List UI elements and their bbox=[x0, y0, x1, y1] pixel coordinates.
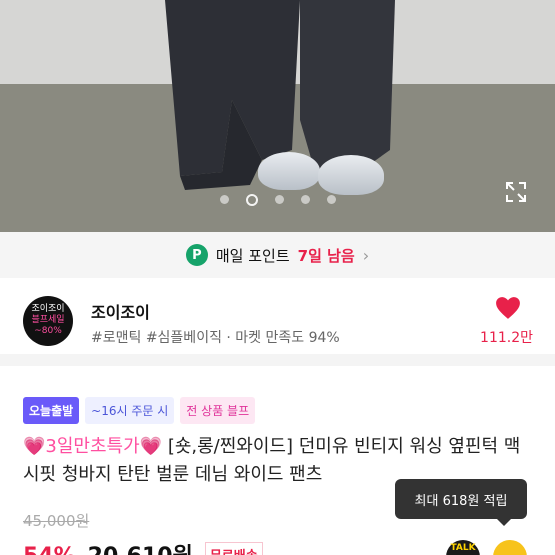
original-price: 45,000원 bbox=[23, 512, 90, 530]
store-name[interactable]: 조이조이 bbox=[91, 299, 150, 323]
gallery-dot-active[interactable] bbox=[245, 194, 258, 206]
badge-order-cutoff: ~16시 주문 시 bbox=[85, 397, 175, 424]
talk-button[interactable]: TALK bbox=[446, 540, 480, 555]
product-badges: 오늘출발 ~16시 주문 시 전 상품 블프 bbox=[23, 397, 256, 424]
store-info[interactable]: 조이조이 블프세일 ~80% 조이조이 #로맨틱 #심플베이직 · 마켓 만족도… bbox=[0, 278, 555, 366]
badge-today-ship: 오늘출발 bbox=[23, 397, 80, 424]
gallery-dot[interactable] bbox=[300, 195, 310, 204]
logo-percent-text: ~80% bbox=[34, 326, 62, 336]
heart-icon[interactable] bbox=[495, 296, 521, 320]
store-logo[interactable]: 조이조이 블프세일 ~80% bbox=[23, 296, 73, 346]
free-shipping-badge: 무료배송 bbox=[204, 541, 263, 555]
gallery-dots bbox=[0, 194, 555, 206]
store-tags: #로맨틱 #심플베이직 · 마켓 만족도 94% bbox=[91, 330, 340, 346]
points-label: 매일 포인트 bbox=[215, 246, 290, 265]
sale-price: 20,610원 bbox=[88, 538, 193, 555]
badge-black-friday: 전 상품 블프 bbox=[180, 397, 256, 424]
points-icon: P bbox=[185, 244, 208, 266]
reward-tooltip: 최대 618원 적립 bbox=[395, 479, 527, 526]
chevron-right-icon: › bbox=[362, 245, 370, 265]
logo-text: 조이조이 bbox=[31, 304, 65, 314]
reward-coin-icon[interactable] bbox=[493, 540, 527, 555]
points-days-left: 7일 남음 bbox=[297, 246, 355, 265]
left-shoe bbox=[258, 152, 320, 190]
gallery-dot[interactable] bbox=[219, 195, 229, 204]
logo-sale-text: 블프세일 bbox=[31, 315, 65, 325]
product-image[interactable] bbox=[0, 0, 555, 232]
discount-rate: 54% bbox=[23, 544, 76, 555]
daily-points-banner[interactable]: P 매일 포인트 7일 남음 › bbox=[0, 232, 555, 278]
sale-price-row: 54% 20,610원 무료배송 bbox=[23, 538, 263, 555]
title-prefix: 💗3일만초특가💗 bbox=[23, 436, 163, 457]
like-count: 111.2만 bbox=[480, 330, 533, 346]
right-shoe bbox=[318, 155, 384, 195]
gallery-dot[interactable] bbox=[326, 195, 336, 204]
gallery-dot[interactable] bbox=[274, 195, 284, 204]
